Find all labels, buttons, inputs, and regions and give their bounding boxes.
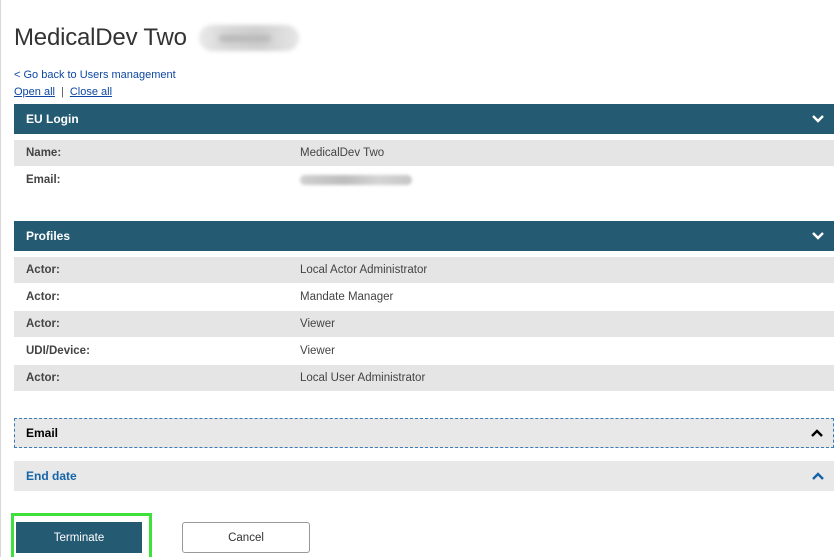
row-key: Name: bbox=[26, 147, 62, 159]
terminate-button[interactable]: Terminate bbox=[16, 522, 142, 553]
email-section-toggle[interactable]: Email bbox=[14, 418, 834, 448]
profile-row: Actor: Local User Administrator bbox=[14, 365, 834, 391]
open-all-link[interactable]: Open all bbox=[14, 86, 55, 98]
row-value: Viewer bbox=[300, 318, 335, 330]
row-key: Actor: bbox=[26, 372, 60, 384]
profile-row: Actor: Mandate Manager bbox=[14, 284, 834, 310]
close-all-link[interactable]: Close all bbox=[70, 86, 112, 98]
row-value: Viewer bbox=[300, 345, 335, 357]
row-value: Mandate Manager bbox=[300, 291, 394, 303]
cancel-button[interactable]: Cancel bbox=[182, 522, 310, 553]
profile-row: UDI/Device: Viewer bbox=[14, 338, 834, 364]
redacted-status bbox=[198, 25, 299, 51]
chevron-down-icon bbox=[802, 221, 834, 251]
profile-row: Actor: Local Actor Administrator bbox=[14, 257, 834, 283]
eu-login-title: EU Login bbox=[26, 112, 79, 126]
eu-login-row-email: Email: bbox=[14, 167, 834, 193]
row-value: MedicalDev Two bbox=[300, 147, 385, 159]
title-row: MedicalDev Two bbox=[14, 22, 299, 54]
eu-login-row-name: Name: MedicalDev Two bbox=[14, 140, 834, 166]
eu-login-panel-header[interactable]: EU Login bbox=[14, 104, 834, 134]
row-key: Actor: bbox=[26, 264, 60, 276]
row-value: Local User Administrator bbox=[300, 372, 426, 384]
chevron-up-icon bbox=[801, 418, 833, 448]
toggle-separator: | bbox=[60, 86, 64, 98]
chevron-down-icon bbox=[802, 104, 834, 134]
row-key: UDI/Device: bbox=[26, 345, 90, 357]
row-key: Actor: bbox=[26, 318, 60, 330]
profile-row: Actor: Viewer bbox=[14, 311, 834, 337]
row-key: Actor: bbox=[26, 291, 60, 303]
end-date-section-toggle[interactable]: End date bbox=[14, 461, 834, 491]
email-section-label: Email bbox=[26, 426, 59, 440]
profiles-title: Profiles bbox=[26, 229, 71, 243]
redacted-email-value bbox=[300, 175, 412, 185]
page: MedicalDev Two < Go back to Users manage… bbox=[0, 0, 839, 557]
row-value: Local Actor Administrator bbox=[300, 264, 428, 276]
chevron-up-icon bbox=[802, 461, 834, 491]
back-to-users-link[interactable]: < Go back to Users management bbox=[14, 69, 176, 81]
row-key: Email: bbox=[26, 174, 61, 186]
open-close-toggles: Open all | Close all bbox=[14, 86, 112, 98]
profiles-panel-header[interactable]: Profiles bbox=[14, 221, 834, 251]
end-date-section-label: End date bbox=[26, 469, 77, 483]
page-title: MedicalDev Two bbox=[14, 24, 187, 51]
